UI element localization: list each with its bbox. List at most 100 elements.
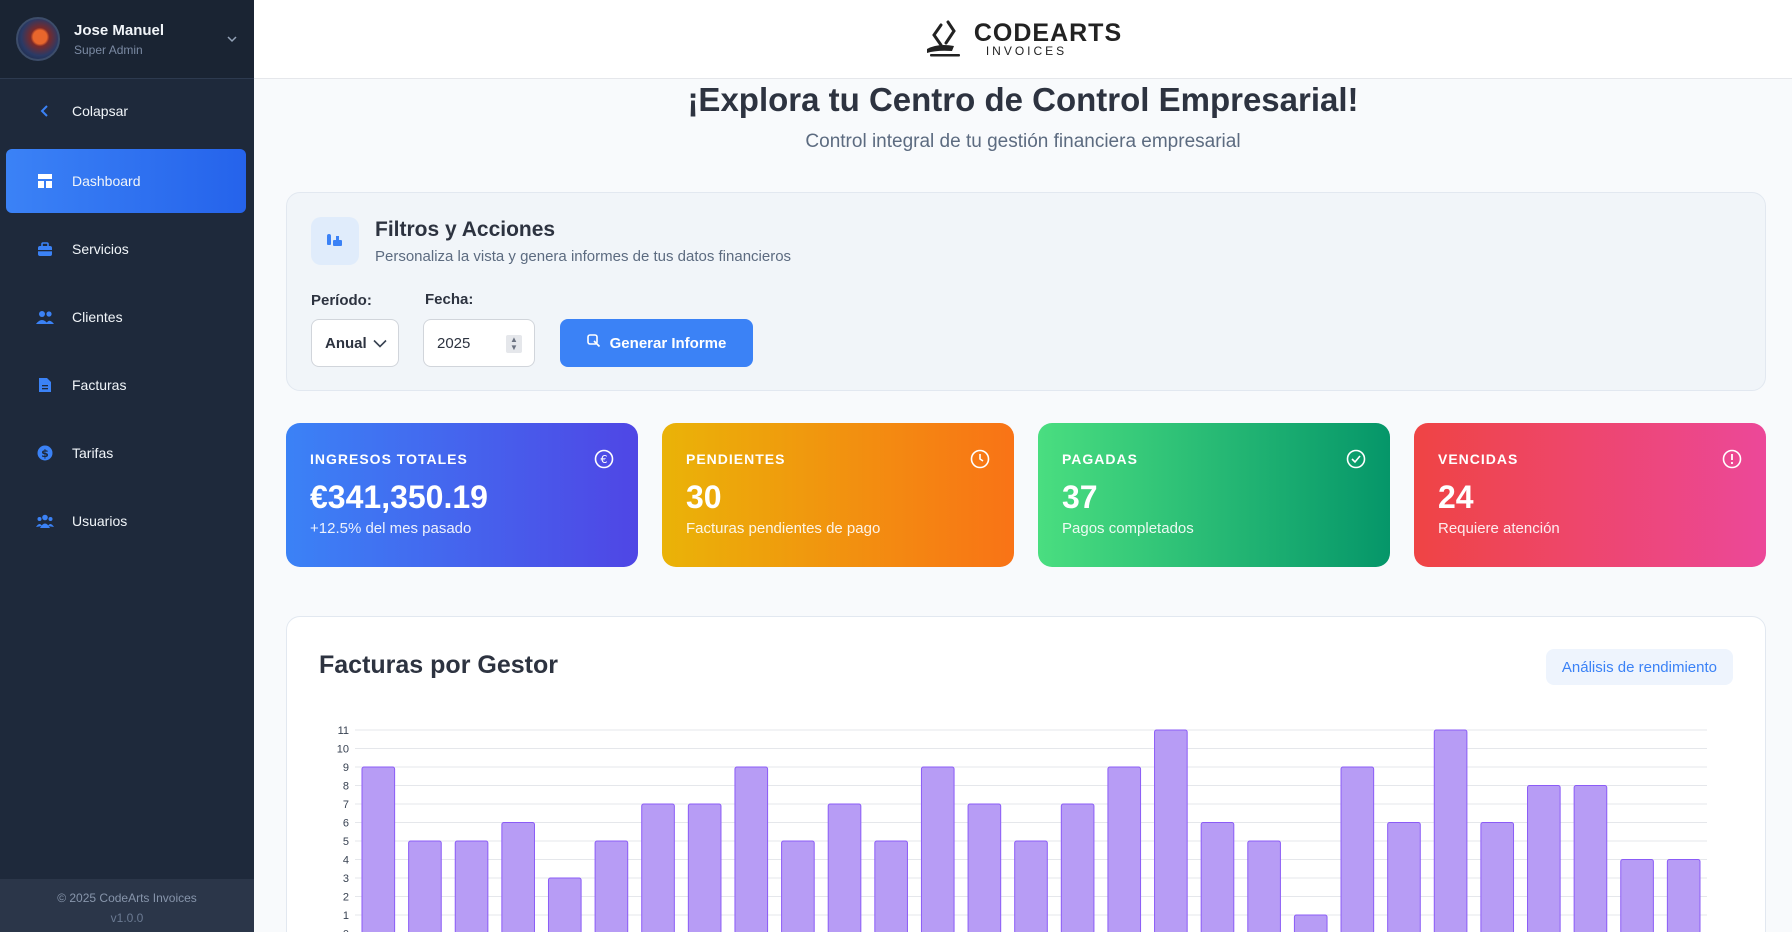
report-icon (586, 334, 601, 352)
stat-note: Requiere atención (1438, 520, 1560, 537)
stat-value: €341,350.19 (310, 479, 488, 515)
chart-bar (1293, 914, 1328, 932)
main-content: ¡Explora tu Centro de Control Empresaria… (254, 79, 1792, 932)
file-icon (36, 376, 54, 394)
y-tick-label: 1 (343, 910, 349, 922)
page-subtitle: Control integral de tu gestión financier… (805, 131, 1241, 152)
chart-bar (781, 840, 815, 932)
number-stepper-icon[interactable]: ▲ ▼ (506, 335, 522, 353)
stat-note: Facturas pendientes de pago (686, 520, 881, 537)
euro-icon: € (594, 449, 614, 474)
chart-bar (1060, 803, 1095, 932)
filters-header-texts: Filtros y Acciones Personaliza la vista … (375, 218, 791, 265)
user-role: Super Admin (74, 42, 143, 57)
chart-bar (408, 840, 442, 932)
sidebar-item-facturas[interactable]: Facturas (6, 353, 246, 417)
chart-bar (1527, 785, 1561, 932)
performance-badge[interactable]: Análisis de rendimiento (1545, 649, 1733, 685)
period-select[interactable]: Anual (311, 319, 399, 367)
sidebar-item-clientes[interactable]: Clientes (6, 285, 246, 349)
y-tick-label: 8 (343, 781, 349, 793)
y-tick-label: 6 (343, 818, 349, 830)
filter-settings-icon (311, 217, 359, 265)
sidebar-item-label: Tarifas (72, 445, 114, 461)
alert-circle-icon (1722, 449, 1742, 474)
chart-bar (1340, 766, 1375, 932)
stat-value: 24 (1438, 479, 1474, 515)
svg-text:$: $ (41, 447, 49, 460)
chart-bar (687, 803, 722, 932)
chart-bar (1480, 822, 1515, 932)
chart-bar (874, 840, 908, 932)
sidebar-item-servicios[interactable]: Servicios (6, 217, 246, 281)
chart-bar (1573, 785, 1608, 932)
sidebar-item-label: Dashboard (72, 173, 141, 189)
logo: CODEARTS INVOICES (924, 19, 1122, 59)
users-icon (36, 308, 54, 326)
dashboard-icon (36, 172, 54, 190)
generate-report-label: Generar Informe (609, 334, 727, 352)
page-title: ¡Explora tu Centro de Control Empresaria… (687, 81, 1359, 118)
chart-bar (734, 766, 769, 932)
stat-label: INGRESOS TOTALES (310, 451, 468, 467)
chart-bar (547, 877, 582, 932)
chart-bar (1107, 766, 1142, 932)
avatar (16, 17, 60, 61)
chart-bar (1433, 729, 1468, 932)
logo-text: CODEARTS INVOICES (974, 21, 1122, 58)
top-header: CODEARTS INVOICES (254, 0, 1792, 79)
collapse-button[interactable]: Colapsar (6, 87, 246, 135)
date-label: Fecha: (425, 291, 474, 308)
chart-bar (1154, 729, 1188, 932)
stat-value: 30 (686, 479, 722, 515)
sidebar: Jose Manuel Super Admin Colapsar Dashboa… (0, 0, 254, 932)
y-tick-label: 10 (337, 744, 349, 756)
year-input[interactable]: 2025 ▲ ▼ (423, 319, 535, 367)
sidebar-item-label: Facturas (72, 377, 127, 393)
copyright-text: © 2025 CodeArts Invoices (57, 891, 197, 905)
stat-card-pendientes[interactable]: PENDIENTES 30 Facturas pendientes de pag… (662, 423, 1014, 567)
sidebar-item-label: Clientes (72, 309, 123, 325)
bar-chart: 0 1 2 3 4 5 6 7 8 9 10 11 (337, 725, 1707, 932)
sidebar-item-dashboard[interactable]: Dashboard (6, 149, 246, 213)
stats-cards: INGRESOS TOTALES €341,350.19 +12.5% del … (286, 423, 1766, 567)
version-text: v1.0.0 (110, 911, 144, 925)
y-tick-label: 5 (343, 836, 349, 848)
chart-bar (454, 840, 489, 932)
briefcase-icon (36, 240, 54, 258)
sidebar-nav: Colapsar Dashboard Servicios Clientes Fa (0, 79, 254, 553)
chart-bar (1387, 822, 1421, 932)
y-tick-label: 7 (343, 799, 349, 811)
stat-label: PAGADAS (1062, 451, 1138, 467)
stat-card-pagadas[interactable]: PAGADAS 37 Pagos completados (1038, 423, 1390, 567)
filters-title: Filtros y Acciones (375, 217, 556, 241)
y-tick-label: 11 (338, 725, 349, 737)
stat-label: VENCIDAS (1438, 451, 1519, 467)
logo-mark-icon (926, 20, 960, 57)
generate-report-button[interactable]: Generar Informe (560, 319, 753, 367)
collapse-label: Colapsar (72, 103, 129, 119)
chevron-left-icon (36, 102, 54, 120)
dollar-icon: $ (36, 444, 54, 462)
stat-card-vencidas[interactable]: VENCIDAS 24 Requiere atención (1414, 423, 1766, 567)
chart-panel: Facturas por Gestor Análisis de rendimie… (286, 616, 1766, 932)
user-group-icon (36, 512, 54, 530)
chevron-down-icon[interactable] (226, 32, 238, 46)
clock-icon (970, 449, 990, 474)
stat-card-ingresos[interactable]: INGRESOS TOTALES €341,350.19 +12.5% del … (286, 423, 638, 567)
chart-bar (501, 822, 535, 932)
y-tick-label: 2 (343, 892, 349, 904)
chart-bar (1620, 859, 1654, 932)
user-name: Jose Manuel (74, 21, 165, 39)
chart-bar (920, 766, 955, 932)
chevron-down-icon (373, 335, 387, 352)
user-profile[interactable]: Jose Manuel Super Admin (0, 0, 254, 79)
chart-bar (1014, 840, 1048, 932)
sidebar-item-usuarios[interactable]: Usuarios (6, 489, 246, 553)
check-circle-icon (1346, 449, 1366, 474)
svg-text:€: € (601, 453, 608, 466)
stat-note: Pagos completados (1062, 520, 1194, 537)
stat-value: 37 (1062, 479, 1098, 515)
sidebar-item-tarifas[interactable]: $ Tarifas (6, 421, 246, 485)
chart-bar (827, 803, 862, 932)
